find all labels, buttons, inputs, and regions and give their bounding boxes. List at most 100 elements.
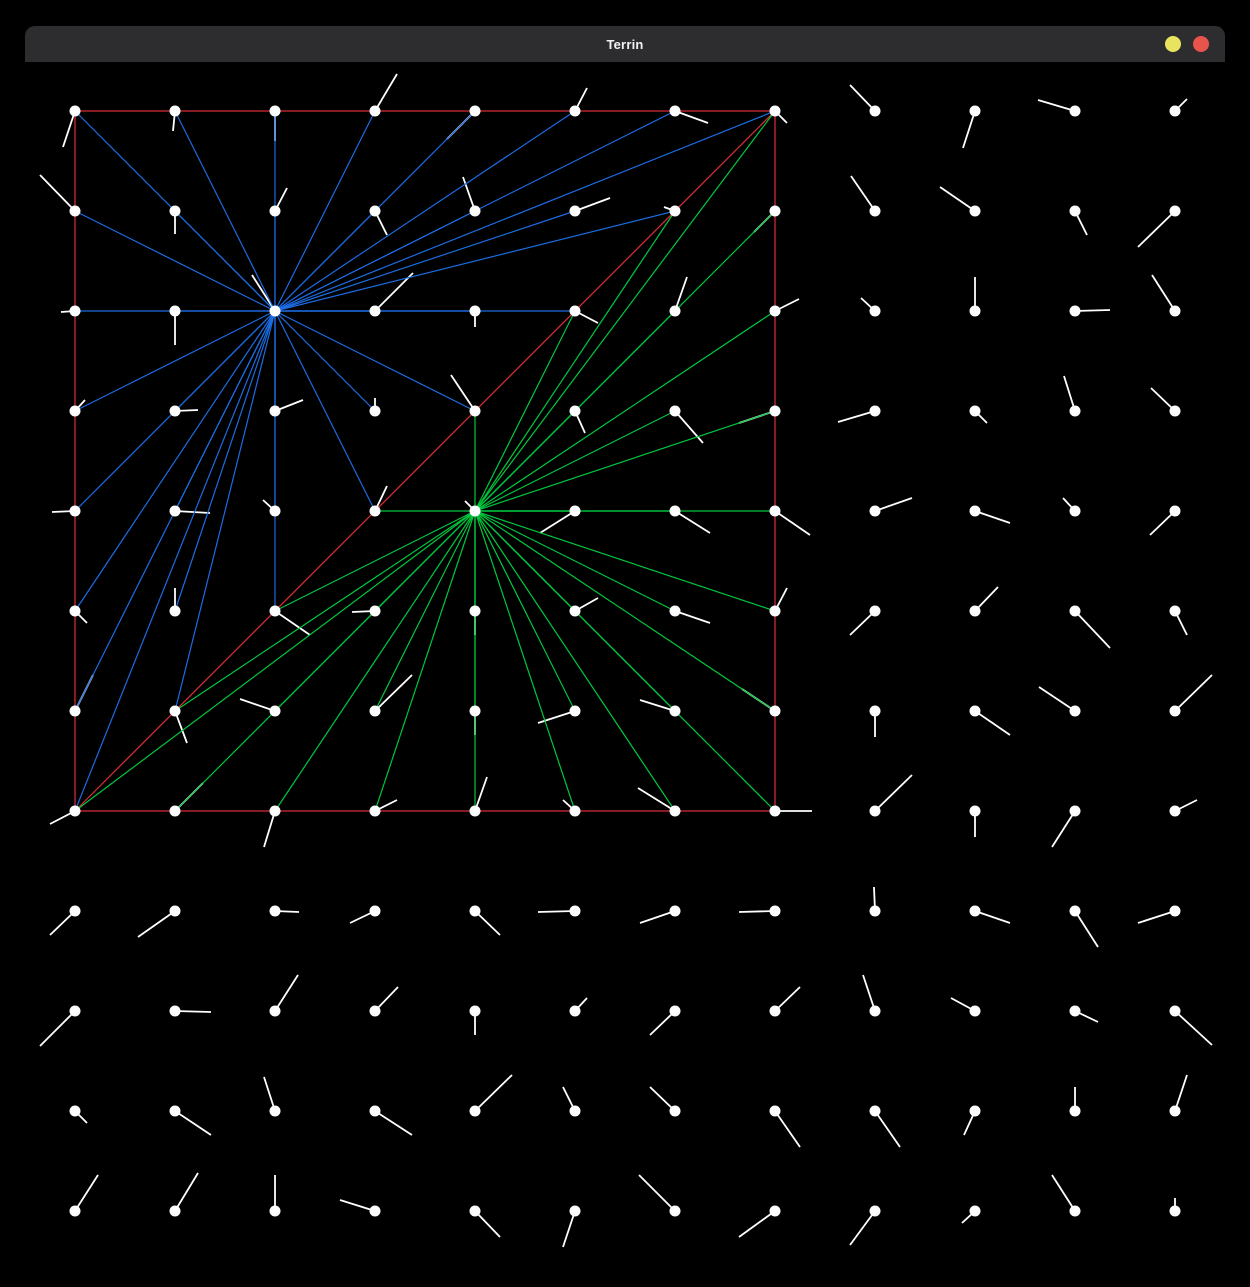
grid-point (270, 606, 281, 617)
grid-point (770, 906, 781, 917)
grid-point (470, 906, 481, 917)
grid-point (870, 806, 881, 817)
grid-point (870, 206, 881, 217)
grid-point (70, 706, 81, 717)
grid-point (70, 606, 81, 617)
grid-point (470, 506, 481, 517)
grid-point (870, 906, 881, 917)
grid-point (870, 1206, 881, 1217)
grid-point (770, 1206, 781, 1217)
grid-point (170, 1206, 181, 1217)
grid-point (970, 406, 981, 417)
grid-point (1170, 1106, 1181, 1117)
grid-point (370, 306, 381, 317)
grid-point (70, 1206, 81, 1217)
grid-point (970, 506, 981, 517)
grid-point (770, 1006, 781, 1017)
grid-point (970, 806, 981, 817)
grid-point (270, 306, 281, 317)
close-button[interactable] (1193, 36, 1209, 52)
grid-point (70, 1106, 81, 1117)
grid-point (370, 106, 381, 117)
grid-point (70, 906, 81, 917)
grid-point (670, 1206, 681, 1217)
grid-point (470, 1006, 481, 1017)
grid-point (870, 1106, 881, 1117)
grid-point (870, 506, 881, 517)
grid-point (70, 106, 81, 117)
grid-point (870, 406, 881, 417)
grid-point (270, 806, 281, 817)
grid-point (270, 106, 281, 117)
grid-point (370, 706, 381, 717)
grid-point (670, 1006, 681, 1017)
grid-point (770, 706, 781, 717)
grid-point (970, 1106, 981, 1117)
grid-point (70, 306, 81, 317)
grid-point (970, 1206, 981, 1217)
grid-point (570, 706, 581, 717)
grid-point (870, 106, 881, 117)
minimize-button[interactable] (1165, 36, 1181, 52)
grid-point (270, 1106, 281, 1117)
grid-point (870, 606, 881, 617)
grid-point (870, 706, 881, 717)
grid-point (670, 506, 681, 517)
grid-point (1170, 1206, 1181, 1217)
grid-point (670, 206, 681, 217)
grid-point (670, 906, 681, 917)
grid-point (570, 106, 581, 117)
grid-point (1070, 106, 1081, 117)
grid-point (170, 306, 181, 317)
grid-point (1170, 506, 1181, 517)
grid-point (570, 1106, 581, 1117)
grid-point (970, 306, 981, 317)
grid-point (570, 1006, 581, 1017)
grid-point (1170, 406, 1181, 417)
grid-point (470, 706, 481, 717)
grid-point (370, 1206, 381, 1217)
grid-point (270, 506, 281, 517)
grid-point (570, 306, 581, 317)
grid-point (470, 1106, 481, 1117)
grid-point (670, 1106, 681, 1117)
grid-point (1070, 1106, 1081, 1117)
grid-point (770, 1106, 781, 1117)
grid-point (1070, 406, 1081, 417)
grid-point (170, 906, 181, 917)
grid-point (470, 1206, 481, 1217)
grid-point (1070, 1206, 1081, 1217)
grid-point (270, 206, 281, 217)
grid-point (770, 406, 781, 417)
grid-point (570, 406, 581, 417)
window-controls (1165, 26, 1209, 62)
grid-point (170, 206, 181, 217)
window-title: Terrin (606, 37, 643, 52)
grid-point (370, 906, 381, 917)
grid-point (570, 606, 581, 617)
gradient-field-canvas (0, 0, 1250, 1287)
grid-point (470, 206, 481, 217)
grid-point (1070, 806, 1081, 817)
grid-point (1070, 306, 1081, 317)
grid-point (770, 106, 781, 117)
grid-point (670, 606, 681, 617)
grid-point (1070, 506, 1081, 517)
grid-point (70, 806, 81, 817)
grid-point (770, 606, 781, 617)
grid-point (70, 1006, 81, 1017)
grid-point (470, 606, 481, 617)
grid-point (1070, 1006, 1081, 1017)
grid-point (270, 1006, 281, 1017)
app-window: Terrin (0, 0, 1250, 1287)
grid-point (770, 506, 781, 517)
grid-point (670, 306, 681, 317)
grid-point (970, 706, 981, 717)
grid-point (970, 606, 981, 617)
grid-point (370, 606, 381, 617)
grid-point (1170, 206, 1181, 217)
grid-point (170, 606, 181, 617)
grid-point (470, 106, 481, 117)
grid-point (1170, 906, 1181, 917)
grid-point (570, 906, 581, 917)
